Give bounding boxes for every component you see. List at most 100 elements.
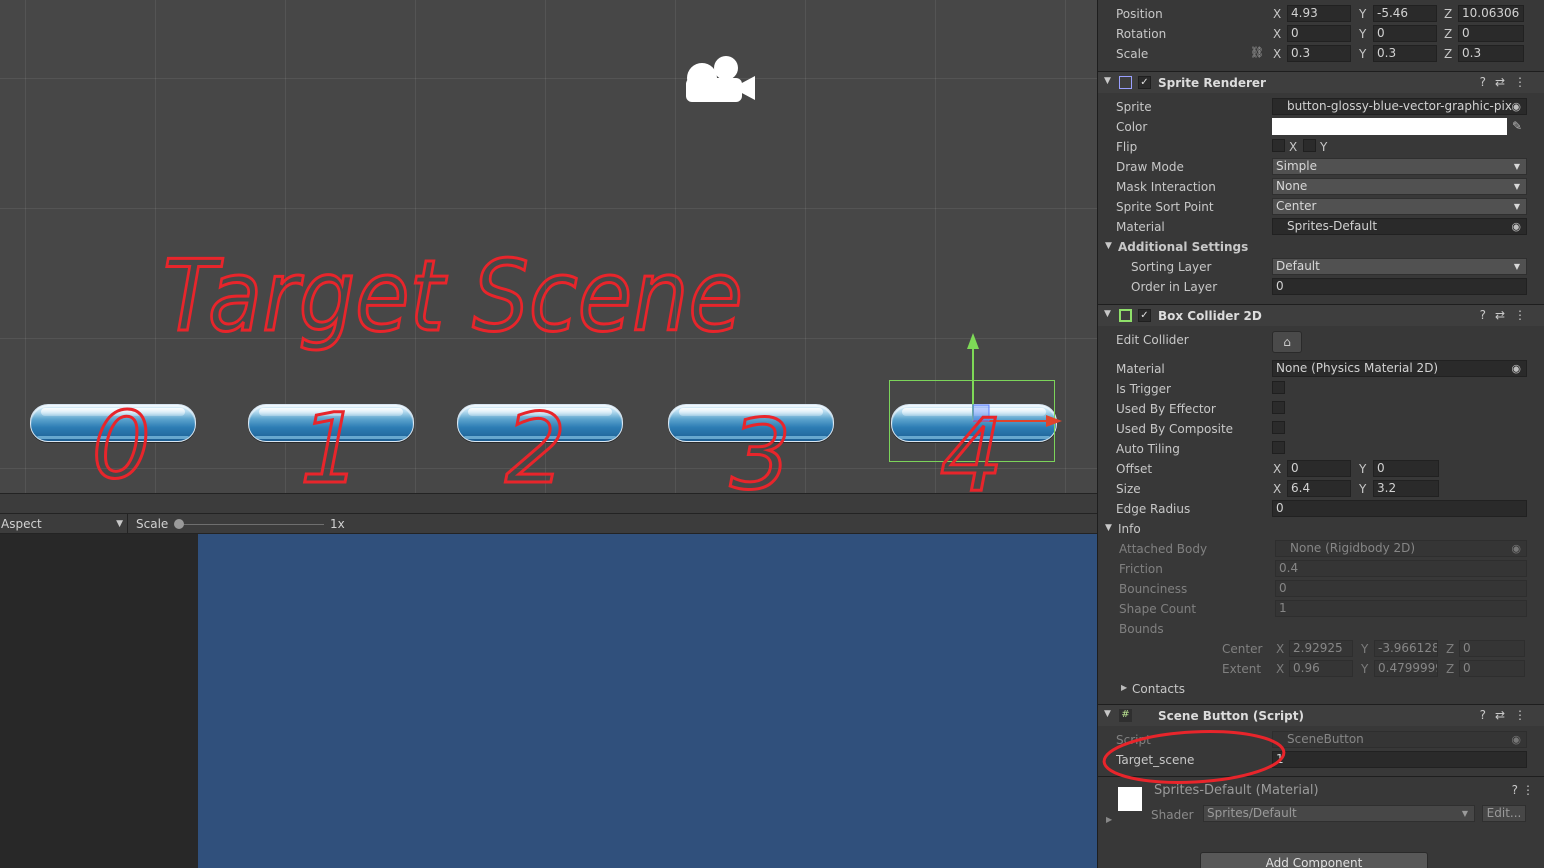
sprite-renderer-header[interactable]: ▼ ✓ Sprite Renderer ?⇄⋮ [1098, 71, 1544, 93]
component-header-icons[interactable]: ?⇄⋮ [1480, 708, 1535, 722]
object-picker-icon: ◉ [1511, 733, 1521, 746]
auto-tiling-checkbox[interactable] [1272, 441, 1285, 454]
scene-view[interactable]: Target Scene 0 1 2 3 4 [0, 0, 1097, 493]
sprite-field[interactable]: button-glossy-blue-vector-graphic-pix ◉ [1272, 98, 1527, 115]
annotation-digit-1: 1 [300, 393, 361, 493]
fold-arrow-icon[interactable]: ▼ [1104, 76, 1111, 86]
additional-settings-row[interactable]: ▼ Additional Settings [1098, 237, 1544, 257]
preset-icon[interactable]: ⇄ [1495, 308, 1514, 322]
rotation-z-field[interactable]: 0 [1458, 25, 1524, 42]
rotation-x-field[interactable]: 0 [1287, 25, 1351, 42]
preset-icon[interactable]: ⇄ [1495, 75, 1514, 89]
scale-x-field[interactable]: 0.3 [1287, 45, 1351, 62]
shader-edit-button[interactable]: Edit... [1482, 805, 1526, 822]
add-component-button[interactable]: Add Component [1200, 852, 1428, 868]
more-menu-icon[interactable]: ⋮ [1514, 75, 1535, 89]
help-icon[interactable]: ? [1480, 308, 1495, 322]
object-picker-icon: ◉ [1511, 542, 1521, 555]
offset-row: Offset X 0 Y 0 [1098, 459, 1544, 479]
target-scene-field[interactable]: 1 [1272, 751, 1527, 768]
center-y-field: -3.966128 [1374, 640, 1438, 657]
box-collider-header[interactable]: ▼ ✓ Box Collider 2D ?⇄⋮ [1098, 304, 1544, 326]
mask-row: Mask Interaction None ▼ [1098, 177, 1544, 197]
fold-arrow-icon[interactable]: ▼ [1104, 309, 1111, 319]
material-field[interactable]: Sprites-Default ◉ [1272, 218, 1527, 235]
size-x-field[interactable]: 6.4 [1287, 480, 1351, 497]
offset-y-field[interactable]: 0 [1373, 460, 1439, 477]
annotation-title: Target Scene [163, 240, 743, 354]
help-icon[interactable]: ? [1512, 783, 1518, 797]
position-z-field[interactable]: 10.06306 [1458, 5, 1524, 22]
scale-slider-thumb[interactable] [174, 519, 184, 529]
preset-icon[interactable]: ⇄ [1495, 708, 1514, 722]
shader-dropdown[interactable]: Sprites/Default ▼ [1203, 805, 1475, 822]
draw-mode-dropdown[interactable]: Simple ▼ [1272, 158, 1527, 175]
more-menu-icon[interactable]: ⋮ [1514, 708, 1535, 722]
mask-label: Mask Interaction [1116, 180, 1216, 194]
help-icon[interactable]: ? [1480, 708, 1495, 722]
size-y-field[interactable]: 3.2 [1373, 480, 1439, 497]
used-by-effector-checkbox[interactable] [1272, 401, 1285, 414]
flip-y-checkbox[interactable] [1303, 139, 1316, 152]
object-picker-icon[interactable]: ◉ [1511, 219, 1521, 234]
scale-y-field[interactable]: 0.3 [1373, 45, 1437, 62]
game-canvas[interactable] [198, 534, 1097, 868]
rotation-y-field[interactable]: 0 [1373, 25, 1437, 42]
eyedropper-icon[interactable]: ✎ [1512, 119, 1522, 133]
extent-x-field: 0.96 [1289, 660, 1353, 677]
axis-x-label: X [1273, 462, 1282, 476]
box-collider-enabled-checkbox[interactable]: ✓ [1138, 309, 1151, 322]
order-row: Order in Layer 0 [1098, 277, 1544, 297]
axis-x-label: X [1273, 7, 1282, 21]
fold-arrow-icon[interactable]: ▼ [1105, 241, 1112, 251]
used-by-composite-checkbox[interactable] [1272, 421, 1285, 434]
aspect-dropdown[interactable]: Aspect ▼ [0, 514, 128, 534]
sort-point-dropdown[interactable]: Center ▼ [1272, 198, 1527, 215]
sorting-layer-dropdown[interactable]: Default ▼ [1272, 258, 1527, 275]
object-picker-icon[interactable]: ◉ [1511, 361, 1521, 376]
offset-x-field[interactable]: 0 [1287, 460, 1351, 477]
help-icon[interactable]: ? [1480, 75, 1495, 89]
sprite-label: Sprite [1116, 100, 1152, 114]
used-by-effector-row: Used By Effector [1098, 399, 1544, 419]
edge-radius-row: Edge Radius 0 [1098, 499, 1544, 519]
more-menu-icon[interactable]: ⋮ [1522, 783, 1534, 797]
fold-arrow-icon[interactable]: ▼ [1104, 709, 1111, 719]
edge-radius-field[interactable]: 0 [1272, 500, 1527, 517]
flip-x-checkbox[interactable] [1272, 139, 1285, 152]
component-header-icons[interactable]: ?⇄⋮ [1480, 308, 1535, 322]
object-picker-icon[interactable]: ◉ [1511, 99, 1521, 114]
shader-label: Shader [1151, 808, 1194, 822]
is-trigger-label: Is Trigger [1116, 382, 1171, 396]
constrain-proportions-icon[interactable]: ⛓ [1250, 46, 1264, 59]
annotation-digit-3: 3 [730, 399, 791, 493]
mask-dropdown[interactable]: None ▼ [1272, 178, 1527, 195]
attached-body-field: None (Rigidbody 2D) ◉ [1275, 540, 1527, 557]
order-field[interactable]: 0 [1272, 278, 1527, 295]
collider-material-field[interactable]: None (Physics Material 2D) ◉ [1272, 360, 1527, 377]
info-row[interactable]: ▼ Info [1098, 519, 1544, 539]
fold-arrow-right-icon[interactable]: ▶ [1106, 815, 1112, 824]
more-menu-icon[interactable]: ⋮ [1514, 308, 1535, 322]
scale-slider-track[interactable] [180, 524, 324, 525]
camera-gizmo-icon[interactable] [686, 56, 755, 102]
fold-arrow-icon[interactable]: ▼ [1105, 523, 1112, 533]
axis-y-label: Y [1359, 27, 1367, 41]
draw-mode-label: Draw Mode [1116, 160, 1184, 174]
position-x-field[interactable]: 4.93 [1287, 5, 1351, 22]
scale-z-field[interactable]: 0.3 [1458, 45, 1524, 62]
axis-x-label: X [1273, 47, 1282, 61]
axis-z-label: Z [1444, 7, 1453, 21]
scene-button-script-header[interactable]: ▼ # Scene Button (Script) ?⇄⋮ [1098, 704, 1544, 726]
fold-arrow-right-icon[interactable]: ▶ [1121, 683, 1127, 692]
sprite-renderer-enabled-checkbox[interactable]: ✓ [1138, 76, 1151, 89]
chevron-down-icon: ▼ [1513, 262, 1520, 271]
is-trigger-checkbox[interactable] [1272, 381, 1285, 394]
color-swatch[interactable] [1272, 118, 1507, 135]
edit-collider-button[interactable]: ⌂ [1272, 331, 1302, 353]
contacts-row[interactable]: ▶ Contacts [1098, 679, 1544, 699]
script-field: SceneButton ◉ [1272, 731, 1527, 748]
attached-body-value: None (Rigidbody 2D) [1290, 541, 1416, 555]
position-y-field[interactable]: -5.46 [1373, 5, 1437, 22]
component-header-icons[interactable]: ?⇄⋮ [1480, 75, 1535, 89]
